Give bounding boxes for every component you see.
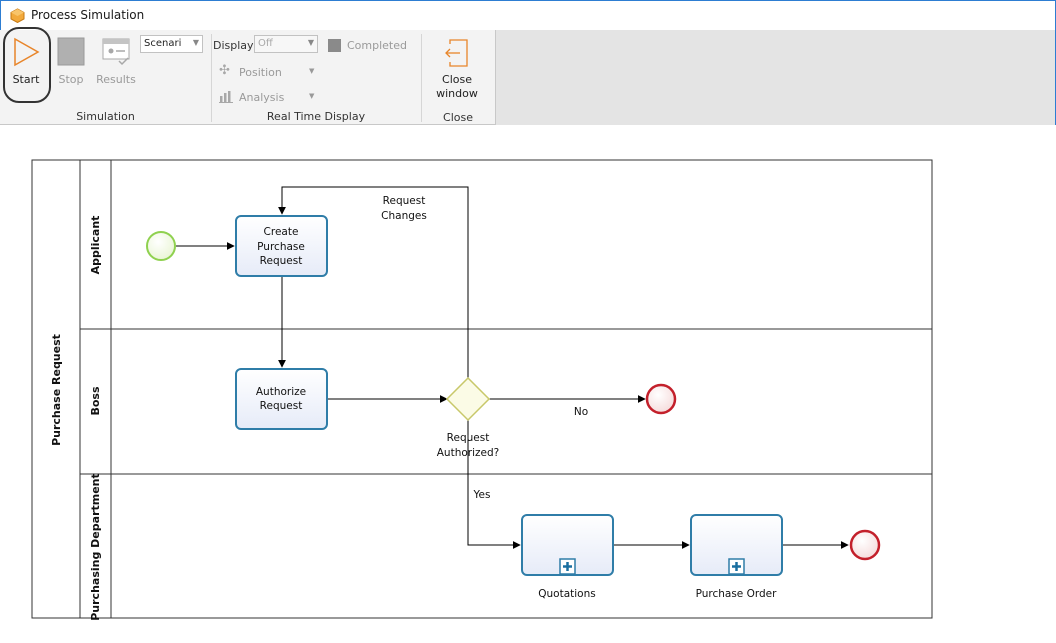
simulation-group-label: Simulation [76,110,135,123]
task-label: Request [260,255,303,267]
position-label: Position [239,66,282,79]
close-window-button[interactable]: Close window [428,36,486,101]
display-label: Display [213,39,254,52]
results-icon [102,38,130,66]
pool-label: Purchase Request [50,334,63,446]
start-event[interactable] [146,231,176,261]
display-select[interactable]: Off ▼ [254,35,318,53]
group-divider [211,34,212,122]
title-bar: Process Simulation [0,0,1056,31]
pool[interactable] [31,159,933,619]
task-authorize-request[interactable]: Authorize Request [235,368,328,430]
end-event-completed[interactable] [849,529,881,561]
bpmn-diagram: Purchase Request Applicant Boss Purchasi… [31,159,933,621]
gateway-label: Authorized? [437,447,499,459]
chevron-down-icon: ▼ [309,92,315,100]
expand-plus-icon[interactable] [728,558,745,575]
stop-label: Stop [58,73,84,86]
task-label: Purchase [257,241,305,253]
task-label: Request [260,400,303,412]
results-button[interactable]: Results [95,36,137,86]
ribbon: Start Stop Results Scenari ▼ Simulation … [0,30,496,125]
analysis-button[interactable]: Analysis ▼ [219,89,319,105]
flow-label-yes: Yes [473,489,491,501]
flow-label-no: No [574,406,588,418]
task-label: Create [264,226,299,238]
position-button[interactable]: ✣ Position ▼ [219,63,319,80]
display-value: Off [258,38,273,49]
gateway-label: Request [447,432,490,444]
exit-icon [445,39,468,67]
close-label-line1: Close [442,73,472,86]
flow-label-changes: Request [383,195,426,207]
move-icon: ✣ [219,63,230,78]
app-icon [10,8,25,23]
lane-label-purchasing: Purchasing Department [89,473,102,621]
completed-color-swatch [328,39,341,52]
analysis-label: Analysis [239,91,285,104]
subprocess-quotations[interactable] [521,514,614,576]
task-label: Authorize [256,386,306,398]
chevron-down-icon: ▼ [309,67,315,75]
subprocess-label: Purchase Order [696,588,778,600]
flow-label-changes: Changes [381,210,427,222]
scenario-select[interactable]: Scenari ▼ [140,35,203,53]
close-group-label: Close [443,111,473,124]
realtime-group-label: Real Time Display [266,110,366,123]
chevron-down-icon: ▼ [192,38,199,47]
completed-label: Completed [347,39,407,52]
task-create-purchase-request[interactable]: Create Purchase Request [235,215,328,277]
bar-chart-icon [219,91,233,103]
lane-label-boss: Boss [89,386,102,415]
subprocess-purchase-order[interactable] [690,514,783,576]
close-label-line2: window [436,87,478,100]
start-button-highlight [3,27,51,103]
chevron-down-icon: ▼ [307,38,314,47]
scenario-value: Scenari [144,38,182,49]
results-label: Results [96,73,136,86]
lane-label-applicant: Applicant [89,216,102,275]
end-event-rejected[interactable] [645,383,677,415]
stop-icon [57,37,85,66]
expand-plus-icon[interactable] [559,558,576,575]
window-title: Process Simulation [31,8,145,22]
group-divider [421,34,422,122]
subprocess-label: Quotations [538,588,595,600]
stop-button[interactable]: Stop [54,36,88,86]
